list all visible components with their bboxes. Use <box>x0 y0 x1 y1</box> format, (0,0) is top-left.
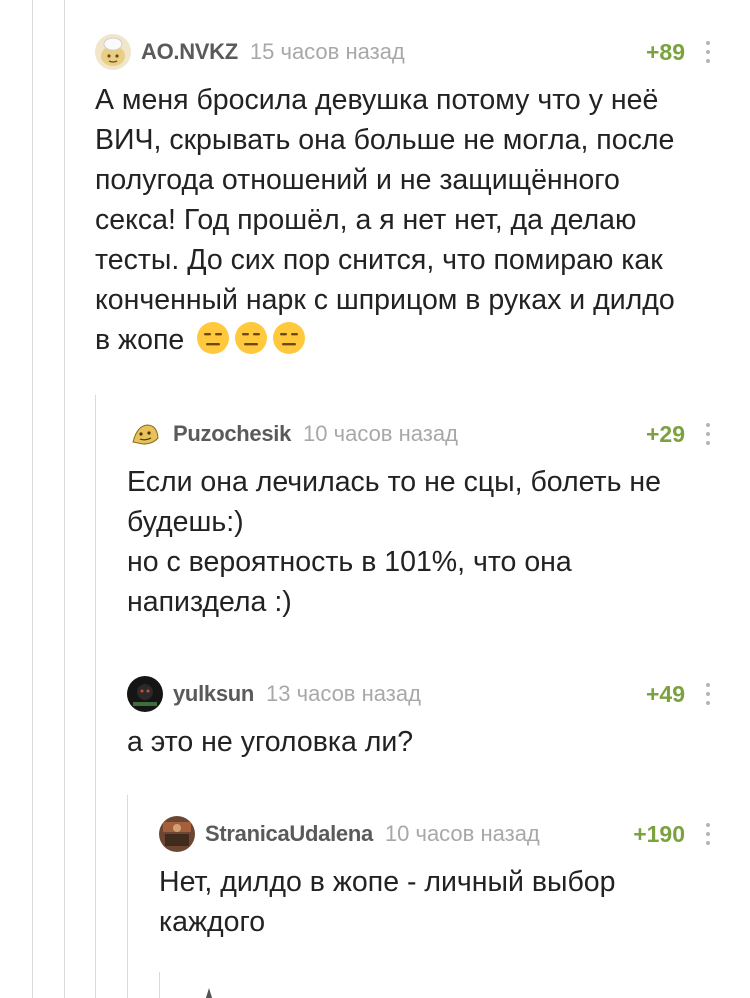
avatar[interactable] <box>159 816 195 852</box>
more-options-icon[interactable] <box>701 683 715 705</box>
thread-line <box>32 0 33 998</box>
rating: +49 <box>645 680 685 707</box>
username[interactable]: AO.NVKZ <box>141 39 238 65</box>
avatar[interactable] <box>191 984 227 998</box>
comment-header: yulksun 13 часов назад +49 <box>127 674 725 714</box>
timestamp[interactable]: 15 часов назад <box>250 39 405 65</box>
comment: Puzochesik 10 часов назад +29 Если она л… <box>127 414 725 622</box>
rating: +190 <box>633 820 685 847</box>
more-options-icon[interactable] <box>701 423 715 445</box>
comment-text: Если она лечилась то не сцы, болеть не б… <box>127 466 661 618</box>
comment-header: StranicaUdalena 10 часов назад +190 <box>159 814 725 854</box>
thread-line <box>159 972 160 998</box>
emoji-group <box>184 322 306 356</box>
avatar[interactable] <box>127 676 163 712</box>
comment-text: Нет, дилдо в жопе - личный выбор каждого <box>159 866 616 938</box>
comment: AO.NVKZ 15 часов назад +89 А меня бросил… <box>95 32 725 360</box>
timestamp[interactable]: 13 часов назад <box>266 681 421 707</box>
comment <box>191 984 725 998</box>
thread-line <box>95 395 96 998</box>
username[interactable]: Puzochesik <box>173 421 291 447</box>
more-options-icon[interactable] <box>701 41 715 63</box>
username[interactable]: yulksun <box>173 681 254 707</box>
more-options-icon[interactable] <box>701 823 715 845</box>
thread-line <box>127 795 128 998</box>
avatar[interactable] <box>95 34 131 70</box>
expressionless-face-icon <box>197 322 230 354</box>
comment-text: А меня бросила девушка потому что у неё … <box>95 80 725 360</box>
rating: +29 <box>645 420 685 447</box>
comment: yulksun 13 часов назад +49 а это не угол… <box>127 674 725 762</box>
comment: StranicaUdalena 10 часов назад +190 Нет,… <box>159 814 725 942</box>
comment-header: AO.NVKZ 15 часов назад +89 <box>95 32 725 72</box>
timestamp[interactable]: 10 часов назад <box>303 421 458 447</box>
rating: +89 <box>645 38 685 65</box>
username[interactable]: StranicaUdalena <box>205 821 373 847</box>
comment-header: Puzochesik 10 часов назад +29 <box>127 414 725 454</box>
timestamp[interactable]: 10 часов назад <box>385 821 540 847</box>
avatar[interactable] <box>127 416 163 452</box>
comment-text: а это не уголовка ли? <box>127 726 414 758</box>
comment-text-body: А меня бросила девушка потому что у неё … <box>95 84 675 356</box>
thread-line <box>64 0 65 998</box>
expressionless-face-icon <box>273 322 306 354</box>
expressionless-face-icon <box>235 322 268 354</box>
